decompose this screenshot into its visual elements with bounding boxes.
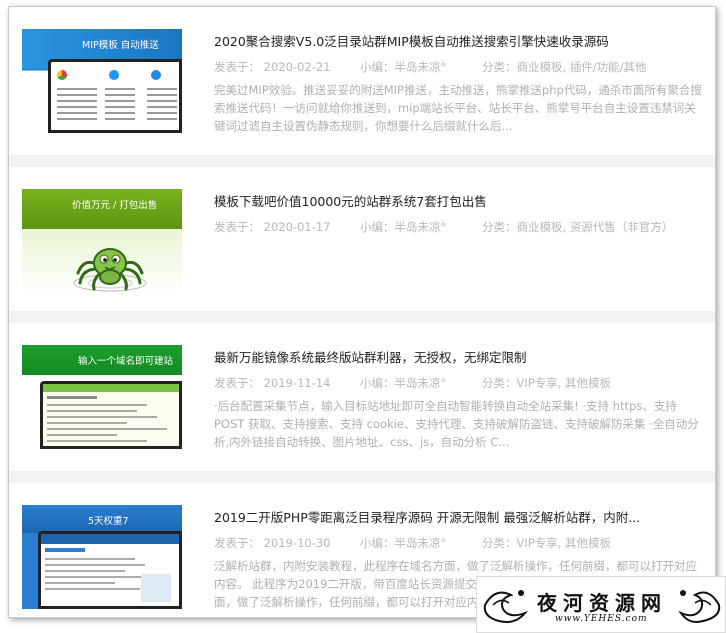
post-categories: 分类：商业模板, 资源代售（非官方） <box>482 219 673 235</box>
post-item: MIP模板 自动推送 2020聚合搜索V5.0泛目录站群MIP模板自动推送搜索引… <box>9 7 715 141</box>
post-date: 发表于： 2020-02-21 <box>214 60 331 74</box>
post-list: MIP模板 自动推送 2020聚合搜索V5.0泛目录站群MIP模板自动推送搜索引… <box>8 6 716 618</box>
category-prefix: 分类： <box>482 60 517 74</box>
post-date: 发表于： 2020-01-17 <box>214 220 331 234</box>
post-excerpt: ·后台配置采集节点，输入目标站地址即可全自动智能转换自动全站采集! ·支持 ht… <box>214 399 699 449</box>
category-link[interactable]: 其他模板 <box>565 376 611 390</box>
category-link[interactable]: 资源代售（非官方） <box>570 220 674 234</box>
watermark-url: www.YEHES.com <box>555 614 648 624</box>
thumb-caption: 价值万元 / 打包出售 <box>72 200 158 211</box>
category-link[interactable]: 插件/功能/其他 <box>570 60 647 74</box>
post-thumbnail[interactable]: MIP模板 自动推送 <box>22 29 182 133</box>
post-title[interactable]: 2019二开版PHP零距离泛目录程序源码 开源无限制 最强泛解析站群，内附... <box>214 507 709 526</box>
post-thumbnail[interactable]: 输入一个域名即可建站 <box>22 345 182 449</box>
post-meta: 发表于： 2019-10-30 小编：半岛未凉° 分类：VIP专享, 其他模板 <box>214 535 709 551</box>
category-prefix: 分类： <box>482 376 517 390</box>
category-separator: , <box>557 376 566 390</box>
post-item: 输入一个域名即可建站 最新万能镜像系统最终版站群利器，无授权，无绑定限制 发表于… <box>9 323 715 457</box>
category-link[interactable]: 商业模板 <box>517 60 563 74</box>
spider-icon <box>73 248 147 292</box>
watermark-text: 夜河资源网 <box>537 591 667 615</box>
post-meta: 发表于： 2019-11-14 小编：半岛未凉° 分类：VIP专享, 其他模板 <box>214 375 709 391</box>
flourish-icon <box>483 590 529 623</box>
post-author: 小编：半岛未凉° <box>360 60 447 74</box>
post-categories: 分类：VIP专享, 其他模板 <box>482 535 611 551</box>
category-link[interactable]: VIP专享 <box>517 536 558 550</box>
thumb-screen <box>48 59 182 133</box>
category-separator: , <box>557 536 566 550</box>
watermark: 夜河资源网 www.YEHES.com <box>476 576 726 633</box>
post-author: 小编：半岛未凉° <box>360 376 447 390</box>
post-title[interactable]: 模板下载吧价值10000元的站群系统7套打包出售 <box>214 191 709 210</box>
post-excerpt: 完美过MIP效验。推送妥妥的附送MIP推送，主动推送，熊掌推送php代码，通杀市… <box>214 83 702 133</box>
thumb-screen <box>40 381 182 449</box>
category-link[interactable]: 商业模板 <box>517 220 563 234</box>
category-prefix: 分类： <box>482 536 517 550</box>
post-author: 小编：半岛未凉° <box>360 220 447 234</box>
thumb-caption: MIP模板 自动推送 <box>82 40 159 51</box>
post-date: 发表于： 2019-10-30 <box>214 536 331 550</box>
category-prefix: 分类： <box>482 220 517 234</box>
thumb-caption: 输入一个域名即可建站 <box>78 356 174 367</box>
flourish-icon <box>678 590 721 623</box>
post-meta: 发表于： 2020-02-21 小编：半岛未凉° 分类：商业模板, 插件/功能/… <box>214 59 709 75</box>
thumb-caption: 5天权重7 <box>88 516 129 527</box>
post-categories: 分类：商业模板, 插件/功能/其他 <box>482 59 647 75</box>
category-link[interactable]: VIP专享 <box>517 376 558 390</box>
post-item: 价值万元 / 打包出售 模板下载吧价值10000元的站群系统7套打包出售 发表于… <box>9 167 715 301</box>
thumb-screen <box>38 531 182 609</box>
post-thumbnail[interactable]: 5天权重7 <box>22 505 182 609</box>
category-separator: , <box>562 220 570 234</box>
category-link[interactable]: 其他模板 <box>565 536 611 550</box>
post-meta: 发表于： 2020-01-17 小编：半岛未凉° 分类：商业模板, 资源代售（非… <box>214 219 709 235</box>
post-author: 小编：半岛未凉° <box>360 536 447 550</box>
post-thumbnail[interactable]: 价值万元 / 打包出售 <box>22 189 182 293</box>
post-title[interactable]: 最新万能镜像系统最终版站群利器，无授权，无绑定限制 <box>214 347 709 366</box>
post-categories: 分类：VIP专享, 其他模板 <box>482 375 611 391</box>
post-date: 发表于： 2019-11-14 <box>214 376 331 390</box>
post-title[interactable]: 2020聚合搜索V5.0泛目录站群MIP模板自动推送搜索引擎快速收录源码 <box>214 31 709 50</box>
category-separator: , <box>562 60 570 74</box>
